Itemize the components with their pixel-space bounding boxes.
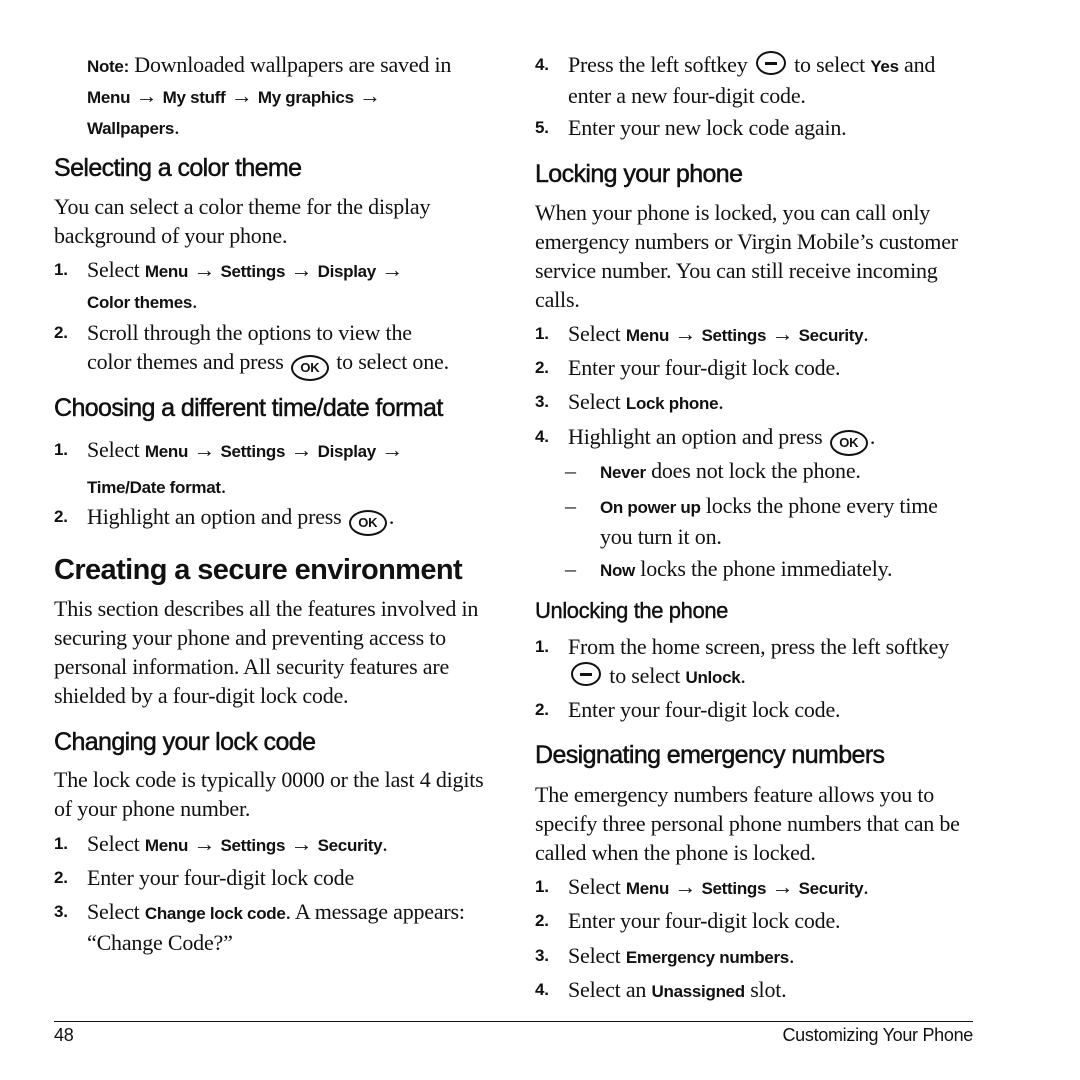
locking-intro: When your phone is locked, you can call … xyxy=(535,200,958,312)
path-menu: Menu xyxy=(87,88,131,107)
step-number: 2. xyxy=(54,323,68,342)
emergency-step-2: 2. Enter your four-digit lock code. xyxy=(535,908,841,933)
page-number: 48 xyxy=(54,1025,74,1045)
secure-environment-intro: This section describes all the features … xyxy=(54,596,479,708)
step-number: 3. xyxy=(535,946,549,965)
time-date-step-2: 2. Highlight an option and press OK. xyxy=(54,502,494,536)
path-menu: Menu xyxy=(144,442,189,461)
change-code-heading: Changing your lock code xyxy=(54,728,316,757)
path-menu: Menu xyxy=(144,262,189,281)
change-code-step-2: 2. Enter your four-digit lock code xyxy=(54,865,355,890)
path-time-date-format: Time/Date format xyxy=(87,478,221,497)
color-theme-step-2: 2. Scroll through the options to view th… xyxy=(54,318,494,381)
lock-option-on-power-up: – On power up locks the phone every time… xyxy=(565,493,938,549)
lock-option-never: – Never does not lock the phone. xyxy=(565,458,861,483)
locking-step-2: 2. Enter your four-digit lock code. xyxy=(535,355,841,380)
change-lock-code-option: Change lock code xyxy=(144,904,286,923)
change-code-step-3: 3. Select Change lock code. A message ap… xyxy=(54,899,465,955)
path-settings: Settings xyxy=(701,879,767,898)
change-code-step-4: 4. Press the left softkey to select Yes … xyxy=(535,51,936,108)
yes-option: Yes xyxy=(870,57,899,76)
unlocking-step-2: 2. Enter your four-digit lock code. xyxy=(535,697,841,722)
path-display: Display xyxy=(317,442,377,461)
step-number: 2. xyxy=(54,507,68,526)
step-number: 4. xyxy=(535,55,549,74)
arrow: → xyxy=(135,83,158,108)
unassigned-option: Unassigned xyxy=(651,982,746,1001)
step-number: 2. xyxy=(535,911,549,930)
step-number: 1. xyxy=(535,877,549,896)
ok-key-icon: OK xyxy=(829,430,868,456)
color-theme-intro: You can select a color theme for the dis… xyxy=(54,194,431,248)
emergency-numbers-option: Emergency numbers xyxy=(625,948,789,967)
wallpaper-note: Note: Downloaded wallpapers are saved in… xyxy=(87,52,452,139)
note-label: Note: xyxy=(87,57,129,76)
emergency-intro: The emergency numbers feature allows you… xyxy=(535,782,960,865)
locking-heading: Locking your phone xyxy=(535,160,744,189)
footer-divider xyxy=(54,1021,973,1022)
path-wallpapers: Wallpapers xyxy=(87,119,175,138)
secure-environment-title: Creating a secure environment xyxy=(54,554,463,586)
path-my-graphics: My graphics xyxy=(257,88,354,107)
unlocking-step-1: 1. From the home screen, press the left … xyxy=(535,634,949,688)
locking-step-1: 1. Select Menu → Settings → Security. xyxy=(535,321,869,346)
path-my-stuff: My stuff xyxy=(162,88,226,107)
chapter-title: Customizing Your Phone xyxy=(782,1025,973,1045)
left-softkey-icon xyxy=(755,51,786,75)
path-security: Security xyxy=(798,326,864,345)
change-code-step-1: 1. Select Menu → Settings → Security. xyxy=(54,831,388,856)
path-security: Security xyxy=(798,879,864,898)
step-number: 3. xyxy=(54,902,68,921)
emergency-step-3: 3. Select Emergency numbers. xyxy=(535,943,795,968)
step-number: 4. xyxy=(535,427,549,446)
left-softkey-icon xyxy=(571,662,601,686)
path-settings: Settings xyxy=(701,326,767,345)
path-settings: Settings xyxy=(220,442,286,461)
path-security: Security xyxy=(317,836,383,855)
ok-key-icon: OK xyxy=(290,355,329,381)
path-menu: Menu xyxy=(625,326,670,345)
ok-key-icon: OK xyxy=(348,510,387,536)
unlocking-heading: Unlocking the phone xyxy=(535,598,729,623)
unlock-option: Unlock xyxy=(685,668,741,687)
emergency-heading: Designating emergency numbers xyxy=(535,741,886,770)
step-number: 1. xyxy=(535,637,549,656)
step-number: 2. xyxy=(535,358,549,377)
path-display: Display xyxy=(317,262,377,281)
step-number: 1. xyxy=(54,440,68,459)
time-date-step-1: 1. Select Menu → Settings → Display → Ti… xyxy=(54,433,494,505)
path-settings: Settings xyxy=(220,836,286,855)
note-text: Downloaded wallpapers are saved in xyxy=(128,52,452,77)
step-number: 4. xyxy=(535,980,549,999)
locking-step-4: 4. Highlight an option and press OK. xyxy=(535,422,975,456)
step-number: 1. xyxy=(535,324,549,343)
step-number: 2. xyxy=(535,700,549,719)
lock-option-now: – Now locks the phone immediately. xyxy=(565,556,893,581)
lock-phone-option: Lock phone xyxy=(625,394,719,413)
path-color-themes: Color themes xyxy=(87,293,193,312)
time-date-heading: Choosing a different time/date format xyxy=(54,394,444,423)
arrow: → xyxy=(359,83,381,108)
change-code-step-5: 5. Enter your new lock code again. xyxy=(535,115,847,140)
change-code-intro: The lock code is typically 0000 or the l… xyxy=(54,767,484,821)
step-number: 2. xyxy=(54,868,68,887)
color-theme-step-1: 1. Select Menu → Settings → Display → Co… xyxy=(54,257,404,313)
locking-step-3: 3. Select Lock phone. xyxy=(535,389,724,414)
path-settings: Settings xyxy=(220,262,286,281)
color-theme-heading: Selecting a color theme xyxy=(54,154,303,183)
step-number: 1. xyxy=(54,834,68,853)
emergency-step-4: 4. Select an Unassigned slot. xyxy=(535,977,787,1002)
path-menu: Menu xyxy=(625,879,670,898)
path-menu: Menu xyxy=(144,836,189,855)
emergency-step-1: 1. Select Menu → Settings → Security. xyxy=(535,874,869,899)
step-number: 3. xyxy=(535,392,549,411)
step-number: 1. xyxy=(54,260,68,279)
arrow: → xyxy=(230,83,253,108)
step-number: 5. xyxy=(535,118,549,137)
